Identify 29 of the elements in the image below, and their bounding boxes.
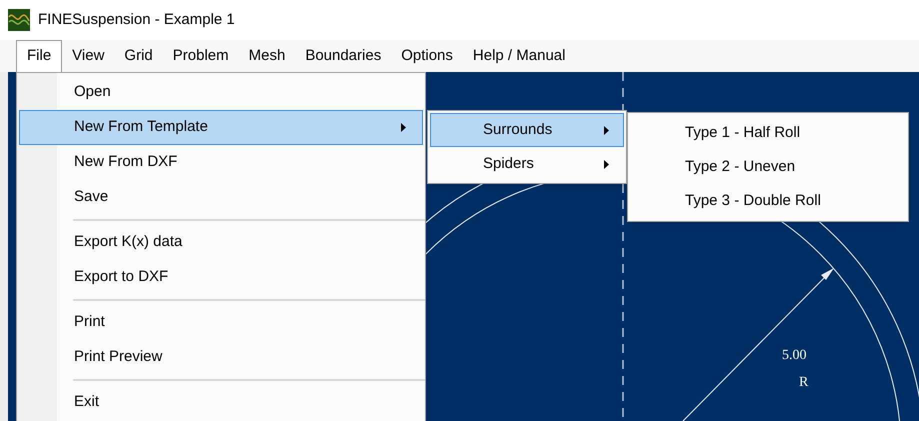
submenu-arrow-icon: [604, 126, 609, 134]
menu-item[interactable]: New From DXF: [19, 145, 423, 180]
menu-bar-item[interactable]: Mesh: [238, 40, 296, 72]
menu-item[interactable]: Open: [19, 75, 423, 110]
app-logo-icon: [8, 9, 30, 31]
menu-item[interactable]: Print: [19, 305, 423, 340]
menu-bar-item[interactable]: Options: [391, 40, 463, 72]
menu-item[interactable]: Export to DXF: [19, 260, 423, 295]
menu-item[interactable]: New From Template: [19, 110, 423, 145]
window-title: FINESuspension - Example 1: [38, 10, 235, 30]
menu-bar-item[interactable]: Problem: [162, 40, 239, 72]
dimension-label: R: [799, 374, 808, 392]
submenu-arrow-icon: [401, 123, 406, 132]
menu-item[interactable]: Type 2 - Uneven: [630, 150, 906, 184]
menu-item[interactable]: Type 3 - Double Roll: [630, 184, 906, 218]
menu-bar-item[interactable]: Boundaries: [295, 40, 392, 72]
menu-item[interactable]: Save: [19, 180, 423, 215]
submenu-arrow-icon: [604, 160, 609, 168]
menu-item[interactable]: Export K(x) data: [19, 225, 423, 260]
menu-item[interactable]: Type 1 - Half Roll: [630, 116, 906, 150]
menu-bar-item[interactable]: Grid: [114, 40, 163, 72]
menu-bar-item[interactable]: View: [62, 40, 114, 72]
menu-item[interactable]: Exit: [19, 385, 423, 420]
menu-item[interactable]: Spiders: [430, 147, 624, 181]
menu-item[interactable]: Surrounds: [430, 113, 624, 147]
menu-item[interactable]: Print Preview: [19, 340, 423, 375]
menu-bar-item[interactable]: Help / Manual: [462, 40, 576, 72]
dimension-value: 5.00: [782, 347, 806, 365]
menu-bar-item[interactable]: File: [16, 40, 62, 72]
